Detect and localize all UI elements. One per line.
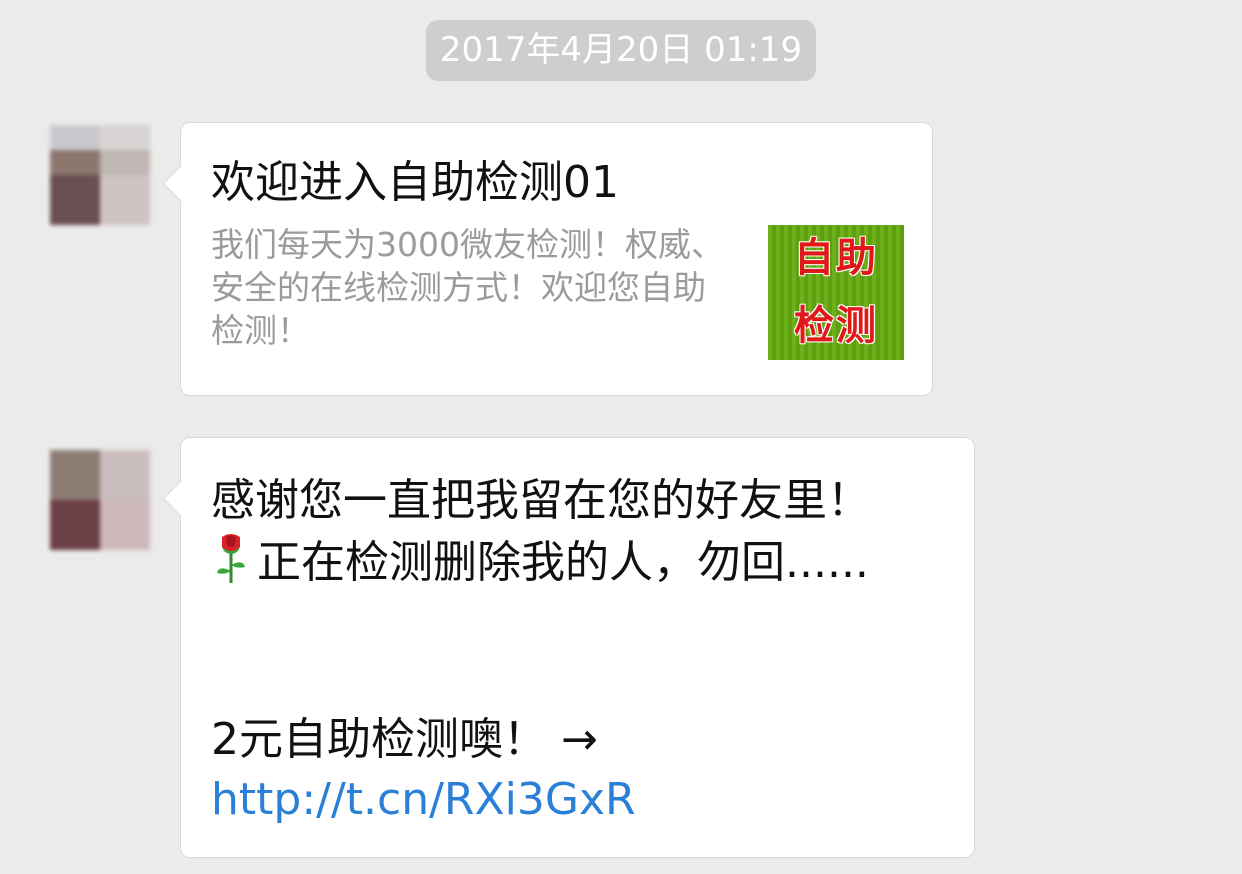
- message-line: 正在检测删除我的人，勿回......: [211, 531, 869, 593]
- text-message-bubble[interactable]: 感谢您一直把我留在您的好友里！ 正在检测删除我的人，勿回...... 2元自助检…: [162, 437, 975, 858]
- card-thumbnail: 自助 检测: [768, 225, 904, 360]
- bubble-tail: [162, 480, 199, 517]
- timestamp: 2017年4月20日 01:19: [426, 20, 816, 81]
- arrow-icon: →: [561, 714, 598, 765]
- card-message-bubble[interactable]: 欢迎进入自助检测01 我们每天为3000微友检测！权威、安全的在线检测方式！欢迎…: [162, 122, 933, 396]
- card-description: 我们每天为3000微友检测！权威、安全的在线检测方式！欢迎您自助检测！: [211, 225, 724, 350]
- thumbnail-text-line1: 自助: [794, 235, 878, 281]
- message-link[interactable]: http://t.cn/RXi3GxR: [211, 770, 636, 830]
- sender-avatar[interactable]: [50, 125, 150, 225]
- card-title: 欢迎进入自助检测01: [211, 157, 619, 208]
- message-line: 2元自助检测噢！ →: [211, 714, 598, 765]
- bubble-tail: [162, 165, 199, 202]
- sender-avatar[interactable]: [50, 450, 150, 550]
- rose-icon: [217, 534, 245, 583]
- message-line: 感谢您一直把我留在您的好友里！: [211, 475, 871, 526]
- thumbnail-text-line2: 检测: [794, 303, 878, 349]
